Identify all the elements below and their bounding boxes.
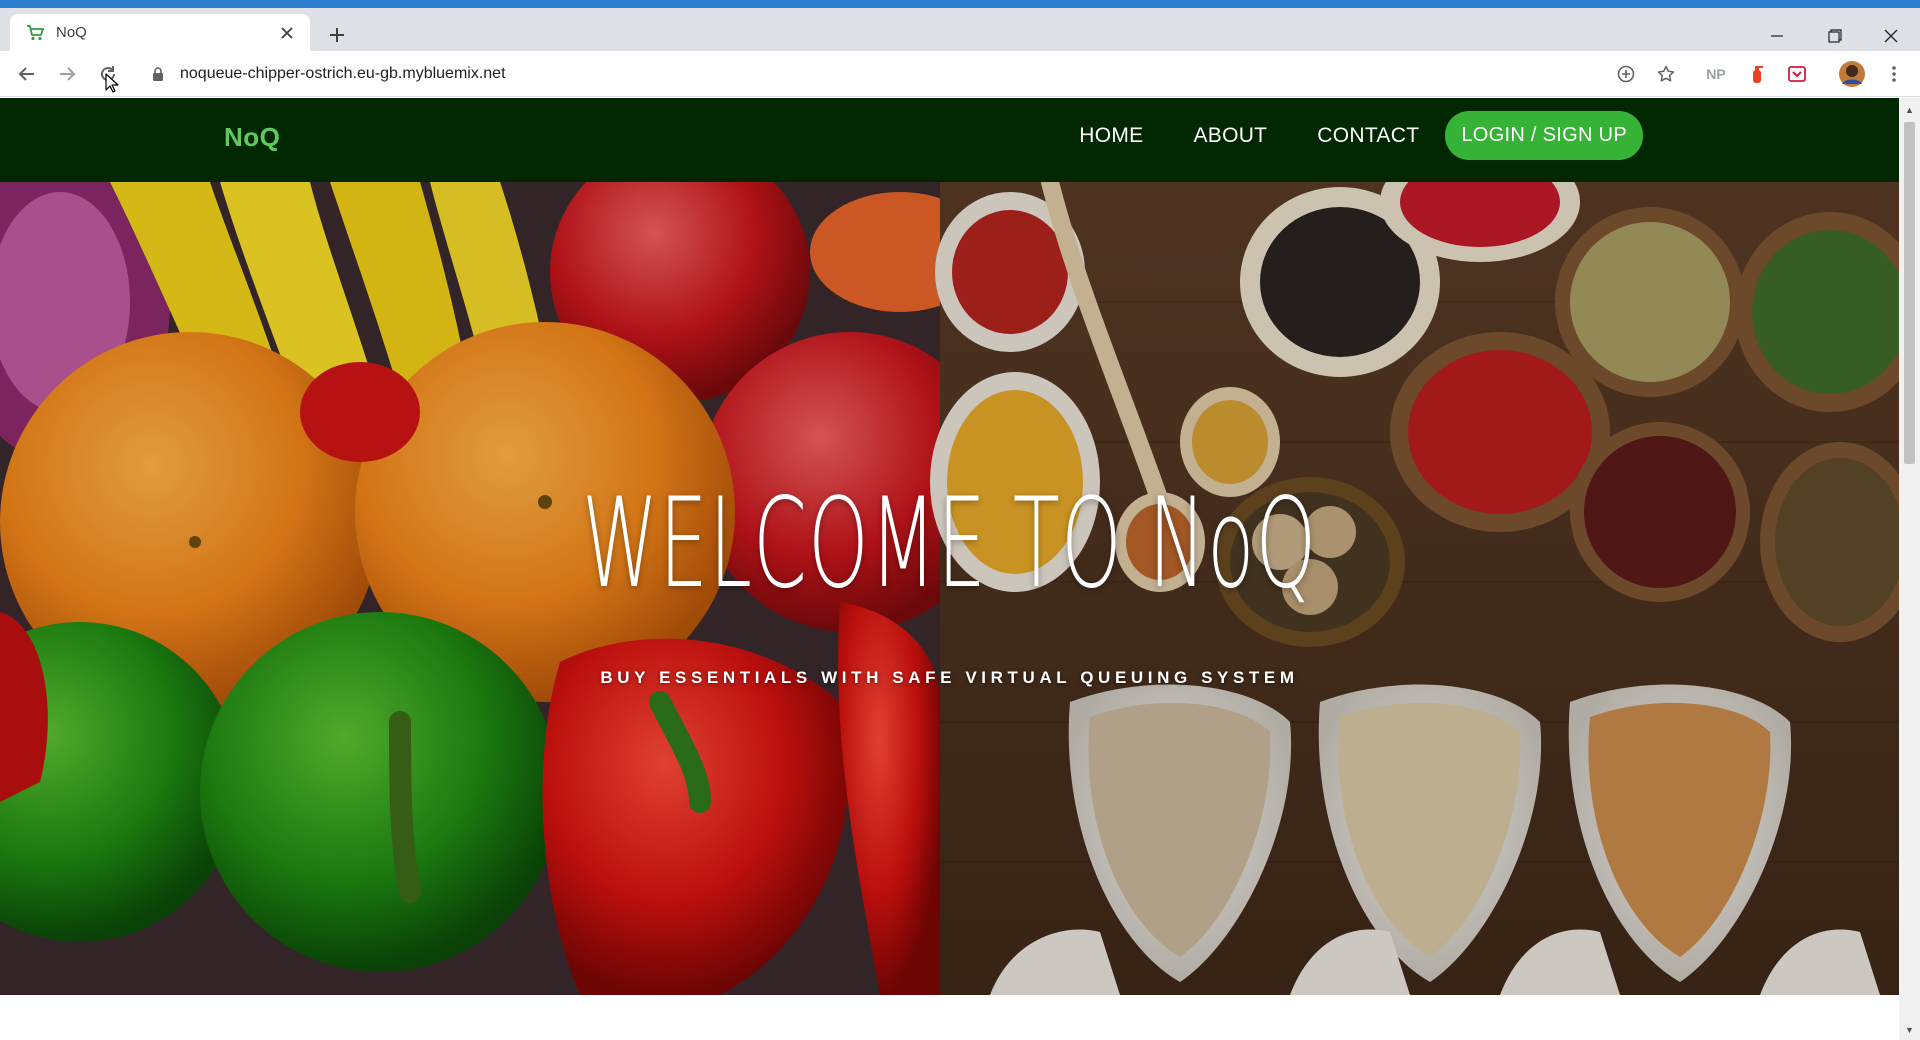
nav-about-link[interactable]: ABOUT <box>1193 124 1267 148</box>
nav-contact-link[interactable]: CONTACT <box>1317 124 1419 148</box>
url-text: noqueue-chipper-ostrich.eu-gb.mybluemix.… <box>180 65 506 82</box>
arrow-left-icon[interactable] <box>11 58 43 90</box>
fire-extinguisher-icon[interactable] <box>1743 60 1771 88</box>
web-page: NoQ HOME ABOUT CONTACT LOGIN / SIGN UP W… <box>0 98 1899 1040</box>
add-icon[interactable] <box>1612 60 1640 88</box>
site-navbar: NoQ HOME ABOUT CONTACT LOGIN / SIGN UP <box>0 98 1899 182</box>
hero-subtitle: BUY ESSENTIALS WITH SAFE VIRTUAL QUEUING… <box>600 668 1299 687</box>
hero-banner: WELCOME TO NoQ BUY ESSENTIALS WITH SAFE … <box>0 182 1899 995</box>
pocket-icon[interactable] <box>1783 60 1811 88</box>
browser-tab[interactable]: NoQ <box>10 14 310 51</box>
close-icon[interactable] <box>276 22 298 44</box>
nav-links: HOME ABOUT CONTACT LOGIN / SIGN UP <box>1079 111 1643 160</box>
star-icon[interactable] <box>1652 60 1680 88</box>
more-vert-icon[interactable] <box>1880 60 1908 88</box>
avatar[interactable] <box>1838 60 1866 88</box>
browser-toolbar: noqueue-chipper-ostrich.eu-gb.mybluemix.… <box>0 51 1920 97</box>
minimize-icon[interactable] <box>1748 16 1806 56</box>
cart-icon <box>26 24 44 42</box>
arrow-right-icon[interactable] <box>51 58 83 90</box>
close-icon[interactable] <box>1862 16 1920 56</box>
mouse-cursor-icon <box>105 73 119 98</box>
np-extension-icon[interactable]: NP <box>1702 60 1730 88</box>
address-bar[interactable]: noqueue-chipper-ostrich.eu-gb.mybluemix.… <box>138 56 1638 92</box>
brand-logo[interactable]: NoQ <box>224 122 280 153</box>
scroll-up-icon[interactable]: ▲ <box>1904 104 1915 115</box>
scrollbar-thumb[interactable] <box>1904 122 1915 464</box>
plus-icon[interactable] <box>322 20 352 50</box>
scroll-down-icon[interactable]: ▼ <box>1904 1024 1915 1035</box>
login-signup-button[interactable]: LOGIN / SIGN UP <box>1445 111 1643 160</box>
restore-icon[interactable] <box>1806 16 1864 56</box>
hero-title: WELCOME TO NoQ <box>582 472 1318 616</box>
tab-title: NoQ <box>56 24 87 41</box>
lock-icon[interactable] <box>152 66 166 82</box>
window-accent-bar <box>0 0 1920 8</box>
tab-strip: NoQ <box>0 8 1920 51</box>
page-content-below <box>0 995 1899 1040</box>
nav-home-link[interactable]: HOME <box>1079 124 1143 148</box>
page-scrollbar[interactable]: ▲ ▼ <box>1899 98 1920 1040</box>
